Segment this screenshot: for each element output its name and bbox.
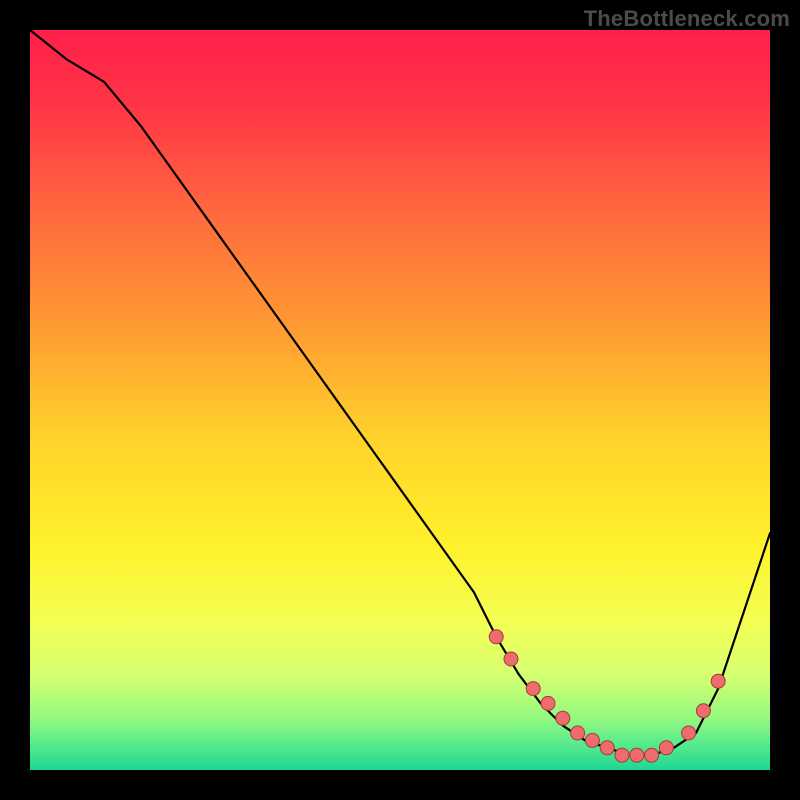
plot-area — [30, 30, 770, 770]
marker-dot — [585, 733, 599, 747]
marker-dot — [571, 726, 585, 740]
chart-stage: TheBottleneck.com — [0, 0, 800, 800]
marker-dot — [630, 748, 644, 762]
marker-dot — [600, 741, 614, 755]
marker-dot — [504, 652, 518, 666]
marker-dot — [645, 748, 659, 762]
marker-dot — [696, 704, 710, 718]
marker-dot — [659, 741, 673, 755]
plot-svg — [30, 30, 770, 770]
marker-dot — [615, 748, 629, 762]
marker-dot — [711, 674, 725, 688]
watermark-text: TheBottleneck.com — [584, 6, 790, 32]
marker-dot — [541, 696, 555, 710]
marker-dot — [556, 711, 570, 725]
marker-dot — [682, 726, 696, 740]
marker-dot — [489, 630, 503, 644]
heat-background — [30, 30, 770, 770]
marker-dot — [526, 682, 540, 696]
